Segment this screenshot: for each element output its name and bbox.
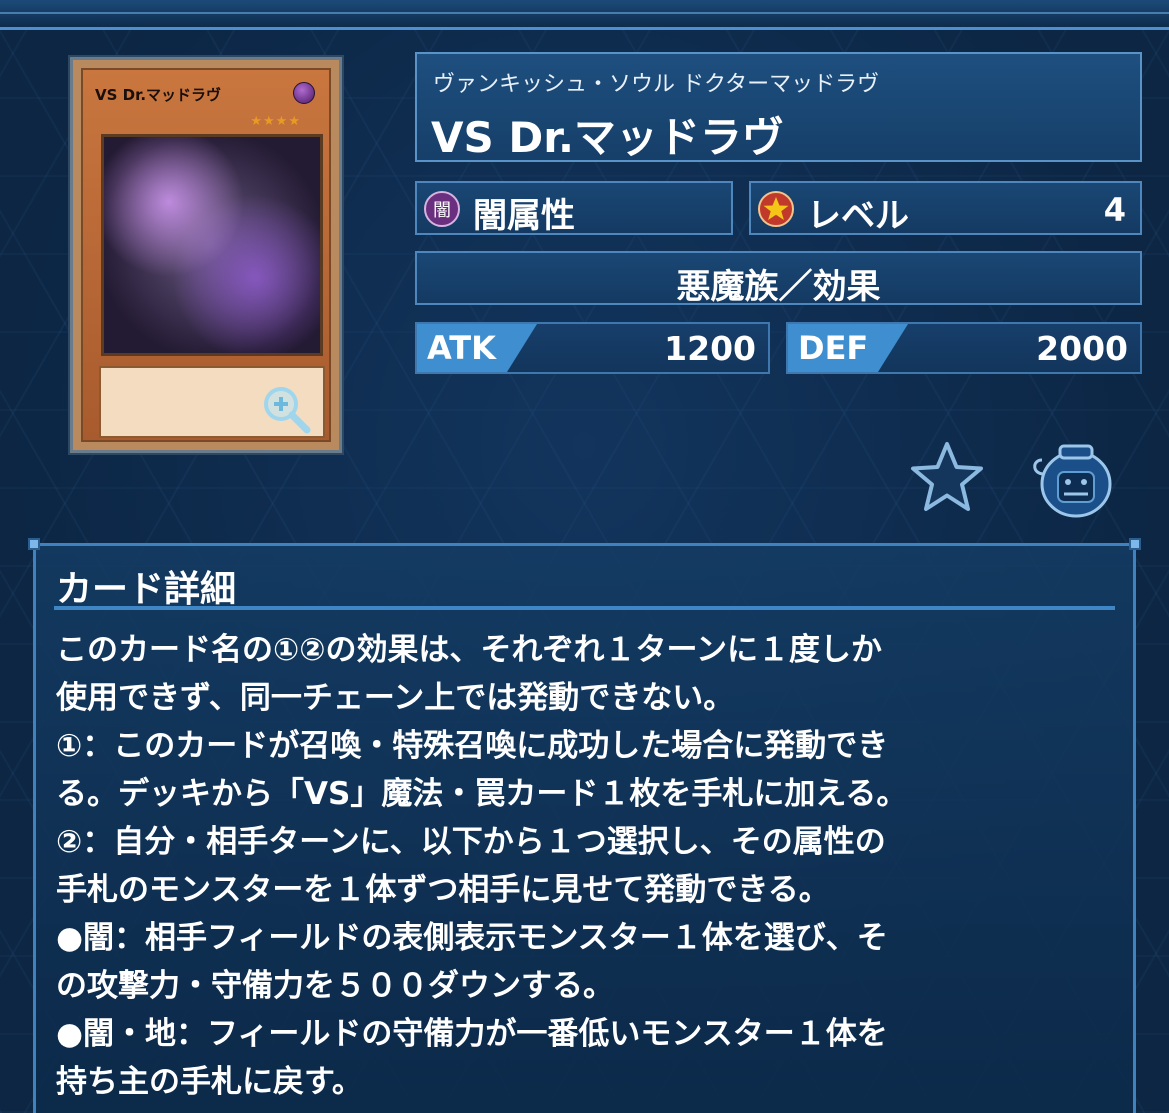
card-title: VS Dr.マッドラヴ — [431, 113, 784, 162]
atk-label: ATK — [427, 329, 496, 367]
top-border — [0, 0, 1169, 30]
card-name-ruby: ヴァンキッシュ・ソウル ドクターマッドラヴ — [433, 72, 880, 97]
panel-corner — [28, 538, 40, 550]
dark-attribute-icon: 闇 — [424, 191, 460, 227]
attribute-label: 闇属性 — [473, 196, 575, 236]
panel-corner — [1129, 538, 1141, 550]
level-value: 4 — [1103, 191, 1126, 229]
card-text-box — [99, 366, 325, 438]
effect-line: ●闇：相手フィールドの表側表示モンスター１体を選び、そ — [56, 920, 888, 956]
level-label: レベル — [807, 196, 909, 236]
effect-line: 手札のモンスターを１体ずつ相手に見せて発動できる。 — [56, 872, 830, 908]
card-artwork — [101, 134, 323, 356]
attribute-box: 闇 闇属性 — [415, 181, 733, 236]
def-box: DEF 2000 — [786, 322, 1142, 374]
effect-line: ●闇・地：フィールドの守備力が一番低いモンスター１体を — [56, 1016, 888, 1052]
card-frame: VS Dr.マッドラヴ ★★★★ — [81, 68, 331, 442]
card-level-stars: ★★★★ — [250, 114, 301, 129]
level-box: レベル 4 — [749, 181, 1142, 236]
svg-text:闇: 闇 — [433, 200, 451, 221]
detail-title: カード詳細 — [56, 569, 237, 610]
effect-line: る。デッキから「VS」魔法・罠カード１枚を手札に加える。 — [56, 776, 908, 812]
card-image-name: VS Dr.マッドラヴ — [95, 86, 222, 104]
detail-divider — [54, 606, 1115, 610]
effect-line: の攻撃力・守備力を５００ダウンする。 — [56, 968, 614, 1004]
atk-value: 1200 — [664, 329, 756, 368]
star-icon[interactable] — [908, 440, 986, 514]
zoom-in-icon[interactable] — [259, 382, 315, 438]
def-value: 2000 — [1036, 329, 1128, 368]
effect-line: 持ち主の手札に戻す。 — [56, 1064, 363, 1100]
level-star-icon — [758, 191, 794, 227]
atk-box: ATK 1200 — [415, 322, 770, 374]
card-attribute-icon — [293, 82, 315, 104]
card-image[interactable]: VS Dr.マッドラヴ ★★★★ — [70, 57, 342, 453]
card-effect-text: このカード名の①②の効果は、それぞれ１ターンに１度しか 使用できず、同一チェーン… — [56, 626, 1113, 1106]
def-label: DEF — [798, 329, 869, 367]
effect-line: 使用できず、同一チェーン上では発動できない。 — [56, 680, 735, 716]
effect-line: このカード名の①②の効果は、それぞれ１ターンに１度しか — [56, 632, 882, 668]
pot-of-greed-icon[interactable] — [1030, 440, 1116, 520]
effect-line: ②：自分・相手ターンに、以下から１つ選択し、その属性の — [56, 824, 886, 860]
card-detail-panel: カード詳細 このカード名の①②の効果は、それぞれ１ターンに１度しか 使用できず、… — [28, 538, 1141, 1113]
monster-type: 悪魔族／効果 — [676, 267, 881, 307]
type-box: 悪魔族／効果 — [415, 251, 1142, 307]
card-name-panel: ヴァンキッシュ・ソウル ドクターマッドラヴ VS Dr.マッドラヴ — [415, 52, 1142, 162]
effect-line: ①：このカードが召喚・特殊召喚に成功した場合に発動でき — [56, 728, 889, 764]
